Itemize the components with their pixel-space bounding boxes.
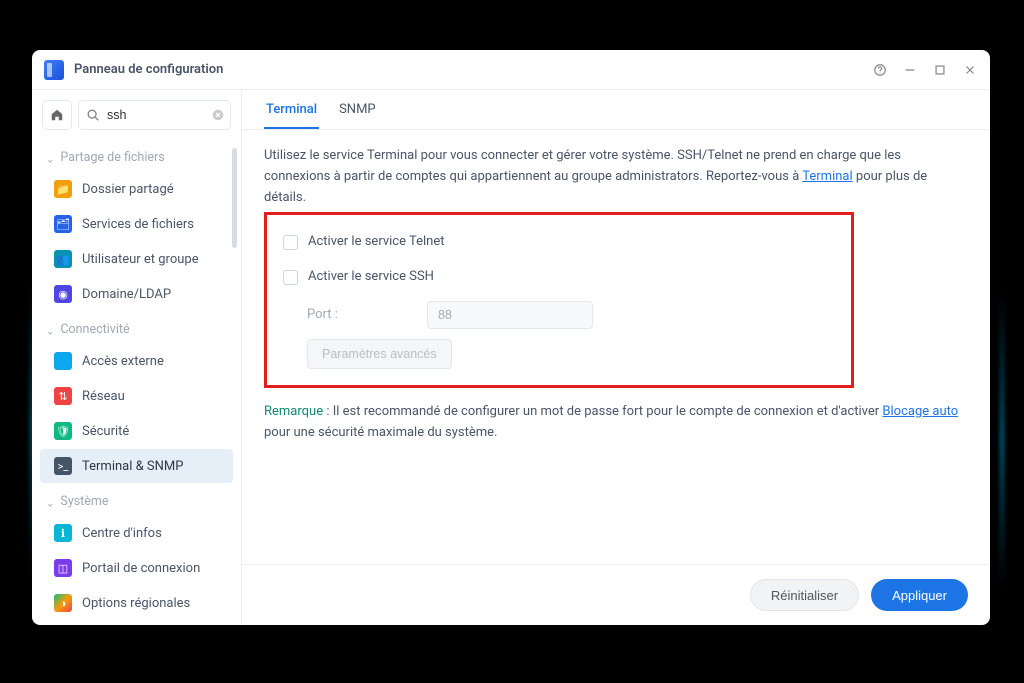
close-button[interactable] (962, 62, 978, 78)
control-panel-window: Panneau de configuration ⌃Partage de fic (32, 50, 990, 625)
footer-bar: Réinitialiser Appliquer (242, 564, 990, 625)
clear-search-icon[interactable] (211, 107, 225, 126)
file-services-icon: 🗂 (54, 215, 72, 233)
search-icon (86, 107, 100, 126)
checkbox-enable-telnet[interactable] (283, 235, 298, 250)
sidebar-item-shared-folder[interactable]: 📁Dossier partagé (40, 172, 233, 206)
maximize-button[interactable] (932, 62, 948, 78)
sidebar-item-login-portal[interactable]: ◫Portail de connexion (40, 551, 233, 585)
sidebar-item-security[interactable]: 🛡Sécurité (40, 414, 233, 448)
user-group-icon: 👥 (54, 250, 72, 268)
sidebar-item-user-group[interactable]: 👥Utilisateur et groupe (40, 242, 233, 276)
app-icon (44, 60, 64, 80)
home-button[interactable] (42, 100, 72, 130)
terminal-icon: >_ (54, 457, 72, 475)
search-input[interactable] (78, 100, 231, 130)
tab-snmp[interactable]: SNMP (337, 102, 378, 129)
sidebar-item-info-center[interactable]: ℹCentre d'infos (40, 516, 233, 550)
content-area: Utilisez le service Terminal pour vous c… (242, 130, 990, 564)
chevron-up-icon: ⌃ (46, 324, 54, 335)
section-system[interactable]: ⌃Système (32, 484, 241, 515)
label-enable-ssh: Activer le service SSH (308, 267, 434, 288)
sidebar-item-external-access[interactable]: 🌐Accès externe (40, 344, 233, 378)
section-connectivity[interactable]: ⌃Connectivité (32, 312, 241, 343)
title-bar: Panneau de configuration (32, 50, 990, 90)
domain-icon: ◉ (54, 285, 72, 303)
sidebar-item-terminal-snmp[interactable]: >_Terminal & SNMP (40, 449, 233, 483)
highlight-box: Activer le service Telnet Activer le ser… (264, 212, 854, 388)
row-enable-ssh: Activer le service SSH (283, 260, 835, 295)
shield-icon: 🛡 (54, 422, 72, 440)
port-input (427, 301, 593, 329)
row-enable-telnet: Activer le service Telnet (283, 225, 835, 260)
sidebar: ⌃Partage de fichiers 📁Dossier partagé 🗂S… (32, 90, 242, 625)
sidebar-item-network[interactable]: ⇅Réseau (40, 379, 233, 413)
section-file-sharing[interactable]: ⌃Partage de fichiers (32, 140, 241, 171)
tab-terminal[interactable]: Terminal (264, 102, 319, 129)
label-enable-telnet: Activer le service Telnet (308, 232, 444, 253)
terminal-help-link[interactable]: Terminal (802, 169, 852, 184)
reset-button[interactable]: Réinitialiser (750, 579, 859, 611)
sidebar-item-file-services[interactable]: 🗂Services de fichiers (40, 207, 233, 241)
chevron-up-icon: ⌃ (46, 152, 54, 163)
main-panel: Terminal SNMP Utilisez le service Termin… (242, 90, 990, 625)
network-icon: ⇅ (54, 387, 72, 405)
note-text: Remarque : Il est recommandé de configur… (264, 402, 968, 444)
portal-icon: ◫ (54, 559, 72, 577)
window-title: Panneau de configuration (74, 62, 872, 77)
row-port: Port : (283, 295, 835, 335)
intro-text: Utilisez le service Terminal pour vous c… (264, 146, 968, 208)
chevron-up-icon: ⌃ (46, 496, 54, 507)
sidebar-item-domain-ldap[interactable]: ◉Domaine/LDAP (40, 277, 233, 311)
help-button[interactable] (872, 62, 888, 78)
regional-icon: ◑ (54, 594, 72, 612)
window-controls (872, 62, 978, 78)
scrollbar-thumb[interactable] (232, 148, 237, 248)
advanced-settings-button: Paramètres avancés (307, 339, 452, 369)
port-label: Port : (307, 305, 417, 326)
sidebar-item-regional[interactable]: ◑Options régionales (40, 586, 233, 620)
note-label: Remarque (264, 404, 323, 419)
tabs: Terminal SNMP (242, 90, 990, 130)
home-icon (50, 108, 64, 122)
info-icon: ℹ (54, 524, 72, 542)
auto-block-link[interactable]: Blocage auto (882, 404, 958, 419)
folder-icon: 📁 (54, 180, 72, 198)
minimize-button[interactable] (902, 62, 918, 78)
apply-button[interactable]: Appliquer (871, 579, 968, 611)
checkbox-enable-ssh[interactable] (283, 270, 298, 285)
globe-icon: 🌐 (54, 352, 72, 370)
